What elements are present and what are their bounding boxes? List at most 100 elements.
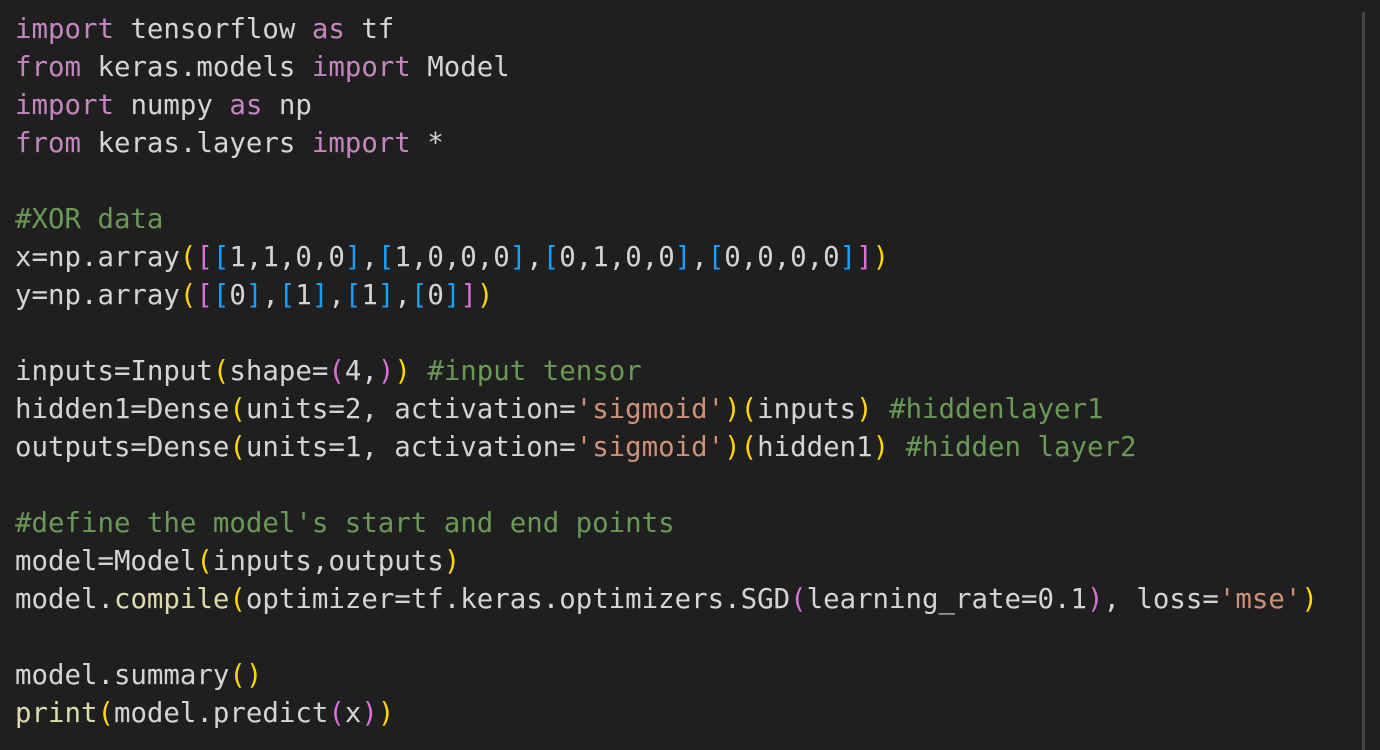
code-token: , bbox=[691, 242, 708, 273]
code-token: numpy bbox=[113, 90, 230, 121]
code-token: ( bbox=[179, 280, 197, 311]
code-token: 4, bbox=[344, 356, 378, 387]
code-area[interactable]: import tensorflow as tf from keras.models… bbox=[15, 11, 1318, 733]
code-token: [ bbox=[212, 280, 230, 311]
code-line[interactable]: model.summary() bbox=[15, 657, 1318, 695]
code-token: ] bbox=[856, 242, 873, 273]
code-line[interactable]: from keras.layers import * bbox=[15, 125, 1318, 163]
code-token: from bbox=[15, 128, 81, 159]
code-token: import bbox=[311, 52, 411, 83]
code-line[interactable]: y=np.array([[0],[1],[1],[0]]) bbox=[15, 277, 1318, 315]
code-token: import bbox=[15, 14, 114, 45]
code-token: 'mse' bbox=[1218, 584, 1302, 615]
code-token: ) bbox=[443, 546, 461, 577]
code-token: ] bbox=[839, 242, 857, 273]
code-line[interactable]: import tensorflow as tf bbox=[15, 11, 1318, 49]
code-token: optimizer=tf.keras.optimizers.SGD bbox=[245, 584, 791, 615]
code-token: ) bbox=[377, 356, 395, 387]
code-token: #XOR data bbox=[15, 204, 164, 235]
code-line[interactable]: #define the model's start and end points bbox=[15, 505, 1318, 543]
code-line[interactable]: print(model.predict(x)) bbox=[15, 695, 1318, 733]
code-token: 0 bbox=[427, 280, 444, 311]
code-line[interactable]: x=np.array([[1,1,0,0],[1,0,0,0],[0,1,0,0… bbox=[15, 239, 1318, 277]
code-line[interactable]: model=Model(inputs,outputs) bbox=[15, 543, 1318, 581]
code-token: ( bbox=[229, 660, 246, 691]
code-token: [ bbox=[196, 280, 213, 311]
code-token: ) bbox=[724, 432, 741, 463]
code-token: keras.layers bbox=[80, 128, 312, 159]
code-token: [ bbox=[377, 242, 395, 273]
code-token: ] bbox=[460, 280, 477, 311]
code-token: [ bbox=[212, 242, 230, 273]
code-line[interactable] bbox=[15, 467, 1318, 505]
code-line[interactable]: from keras.models import Model bbox=[15, 49, 1318, 87]
code-line[interactable] bbox=[15, 163, 1318, 201]
code-token: inputs,outputs bbox=[212, 546, 444, 577]
code-token: ) bbox=[476, 280, 494, 311]
code-token: 0 bbox=[229, 280, 246, 311]
code-token: from bbox=[15, 52, 81, 83]
code-token: model.predict bbox=[113, 698, 329, 729]
code-token: , bbox=[526, 242, 543, 273]
code-token: y=np.array bbox=[15, 280, 180, 311]
code-token: 'sigmoid' bbox=[575, 394, 725, 425]
code-token: import bbox=[311, 128, 411, 159]
code-token: [ bbox=[707, 242, 725, 273]
code-token: ] bbox=[674, 242, 692, 273]
code-token: #hidden layer2 bbox=[905, 432, 1137, 463]
code-token: inputs=Input bbox=[15, 356, 213, 387]
code-token: [ bbox=[278, 280, 296, 311]
code-line[interactable] bbox=[15, 315, 1318, 353]
code-token: [ bbox=[344, 280, 362, 311]
code-token: 1 bbox=[361, 280, 378, 311]
code-token: ( bbox=[740, 394, 758, 425]
code-token: model. bbox=[15, 584, 114, 615]
code-token: x bbox=[344, 698, 362, 729]
code-token: inputs bbox=[757, 394, 857, 425]
code-line[interactable]: model.compile(optimizer=tf.keras.optimiz… bbox=[15, 581, 1318, 619]
code-token: 0,0,0,0 bbox=[724, 242, 840, 273]
code-token: x=np.array bbox=[15, 242, 180, 273]
code-token: hidden1 bbox=[757, 432, 873, 463]
code-line[interactable]: inputs=Input(shape=(4,)) #input tensor bbox=[15, 353, 1318, 391]
code-line[interactable] bbox=[15, 619, 1318, 657]
code-token: ( bbox=[229, 432, 246, 463]
code-token: keras.models bbox=[80, 52, 312, 83]
code-token: ) bbox=[1301, 584, 1318, 615]
code-token: , bbox=[262, 280, 279, 311]
code-token: learning_rate=0.1 bbox=[806, 584, 1087, 615]
code-token: Model bbox=[410, 52, 510, 83]
code-token: ( bbox=[790, 584, 807, 615]
code-token: #input tensor bbox=[427, 356, 642, 387]
code-token: ) bbox=[377, 698, 395, 729]
code-token: * bbox=[410, 128, 444, 159]
code-token: ] bbox=[311, 280, 329, 311]
code-token: ) bbox=[856, 394, 873, 425]
code-token: [ bbox=[542, 242, 560, 273]
code-token: tensorflow bbox=[113, 14, 312, 45]
code-token: hidden1=Dense bbox=[15, 394, 230, 425]
code-token: ) bbox=[394, 356, 411, 387]
code-token: ( bbox=[97, 698, 114, 729]
code-token: as bbox=[229, 90, 263, 121]
code-token: model.summary bbox=[15, 660, 230, 691]
code-token: shape= bbox=[229, 356, 329, 387]
code-token: [ bbox=[410, 280, 428, 311]
code-token: ] bbox=[245, 280, 263, 311]
code-editor[interactable]: import tensorflow as tf from keras.models… bbox=[0, 0, 1380, 750]
code-token: , bbox=[394, 280, 411, 311]
code-token: 'sigmoid' bbox=[575, 432, 725, 463]
code-token: ( bbox=[196, 546, 213, 577]
code-line[interactable]: outputs=Dense(units=1, activation='sigmo… bbox=[15, 429, 1318, 467]
code-token: ( bbox=[229, 394, 246, 425]
code-token: ) bbox=[872, 432, 890, 463]
code-token: units=1, activation= bbox=[245, 432, 576, 463]
code-token: #hiddenlayer1 bbox=[889, 394, 1104, 425]
vertical-scrollbar[interactable] bbox=[1362, 12, 1365, 750]
code-line[interactable]: #XOR data bbox=[15, 201, 1318, 239]
code-token: ( bbox=[328, 698, 345, 729]
code-line[interactable]: import numpy as np bbox=[15, 87, 1318, 125]
code-line[interactable]: hidden1=Dense(units=2, activation='sigmo… bbox=[15, 391, 1318, 429]
